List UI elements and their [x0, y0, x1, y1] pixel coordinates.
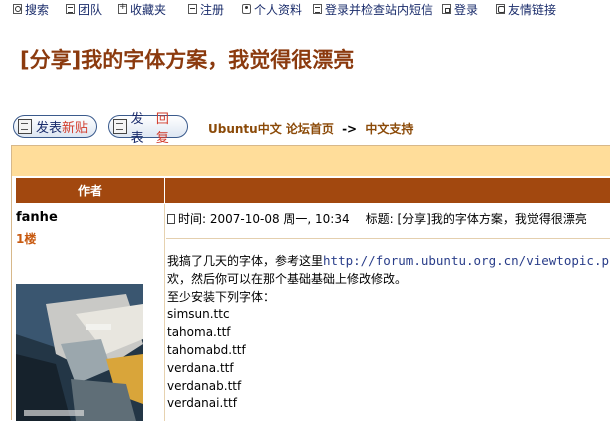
breadcrumb-home[interactable]: Ubuntu中文 论坛首页: [208, 122, 334, 136]
person-icon: [242, 4, 251, 14]
font-item: tahomabd.ttf: [167, 342, 246, 357]
message-column-header: [165, 178, 610, 203]
font-item: tahoma.ttf: [167, 325, 231, 340]
post-floor: 1楼: [16, 232, 37, 246]
plus-icon: [118, 2, 127, 14]
post-body: 我搞了几天的字体，参考这里http://forum.ubuntu.org.cn/…: [167, 252, 610, 413]
nav-login-messages[interactable]: 登录并检查站内短信: [313, 1, 433, 17]
new-topic-button[interactable]: 发表 新贴: [13, 115, 97, 138]
author-name[interactable]: fanhe: [16, 210, 58, 225]
breadcrumb: Ubuntu中文 论坛首页 -> 中文支持: [208, 120, 413, 137]
body-line: 我搞了几天的字体，参考这里http://forum.ubuntu.org.cn/…: [167, 252, 610, 271]
post-subject: 标题: [分享]我的字体方案，我觉得很漂亮: [365, 212, 587, 226]
nav-search-label: 搜索: [25, 2, 50, 17]
avatar: [16, 284, 143, 421]
page-title: [分享]我的字体方案，我觉得很漂亮: [20, 48, 355, 72]
post-icon: [167, 213, 175, 224]
search-icon: [13, 4, 22, 14]
nav-team-label: 团队: [78, 2, 103, 17]
author-column: fanhe 1楼: [16, 204, 165, 421]
nav-favorites-label: 收藏夹: [130, 2, 167, 17]
new-topic-prefix: 发表: [36, 121, 63, 136]
nav-profile[interactable]: 个人资料: [242, 1, 302, 17]
nav-links[interactable]: 友情链接: [496, 1, 556, 17]
post-icon: [18, 119, 32, 134]
edit-icon: [188, 4, 197, 14]
avatar-image: [16, 284, 143, 421]
post-meta: 时间: 2007-10-08 周一, 10:34 标题: [分享]我的字体方案，…: [167, 210, 587, 227]
chat-icon: [496, 4, 505, 14]
nav-login[interactable]: 登录: [442, 1, 478, 17]
new-topic-accent: 新贴: [62, 121, 89, 136]
breadcrumb-current[interactable]: 中文支持: [365, 122, 413, 136]
reply-prefix: 发表: [130, 111, 144, 146]
reply-icon: [113, 119, 127, 134]
nav-team[interactable]: 团队: [66, 1, 102, 17]
nav-login-label: 登录: [454, 2, 479, 17]
forum-link[interactable]: http://forum.ubuntu.org.cn/viewtopic.php…: [323, 253, 610, 268]
breadcrumb-separator: ->: [342, 122, 358, 136]
table-header-band: [12, 146, 610, 176]
list-icon: [66, 4, 75, 14]
reply-button[interactable]: 发表 回复: [108, 112, 188, 146]
nav-profile-label: 个人资料: [254, 2, 303, 17]
body-line: 欢，然后你可以在那个基础基础上修改修改。: [167, 271, 408, 286]
post-divider: [166, 238, 610, 239]
post-time: 时间: 2007-10-08 周一, 10:34: [178, 212, 350, 226]
nav-favorites[interactable]: 收藏夹: [118, 1, 166, 17]
nav-links-label: 友情链接: [508, 2, 557, 17]
font-item: verdanai.ttf: [167, 396, 237, 411]
font-item: verdana.ttf: [167, 360, 234, 375]
reply-accent: 回复: [155, 111, 169, 146]
lock-icon: [442, 4, 451, 14]
message-icon: [313, 4, 322, 14]
author-column-header: 作者: [16, 178, 164, 203]
body-text-reference: 我搞了几天的字体，参考这里: [167, 254, 324, 268]
nav-register[interactable]: 注册: [188, 1, 224, 17]
post-table: 作者 fanhe 1楼 时间: 2007-10-08 周一, 10:34 标题:…: [11, 145, 610, 421]
nav-login-messages-label: 登录并检查站内短信: [325, 2, 434, 17]
font-item: verdanab.ttf: [167, 378, 242, 393]
top-navigation: 搜索 团队 收藏夹 注册 个人资料 登录并检查站内短信 登录 友情链接: [0, 0, 610, 18]
nav-register-label: 注册: [200, 2, 225, 17]
body-line: 至少安装下列字体：: [167, 289, 276, 304]
font-item: simsun.ttc: [167, 307, 230, 322]
nav-search[interactable]: 搜索: [13, 1, 49, 17]
